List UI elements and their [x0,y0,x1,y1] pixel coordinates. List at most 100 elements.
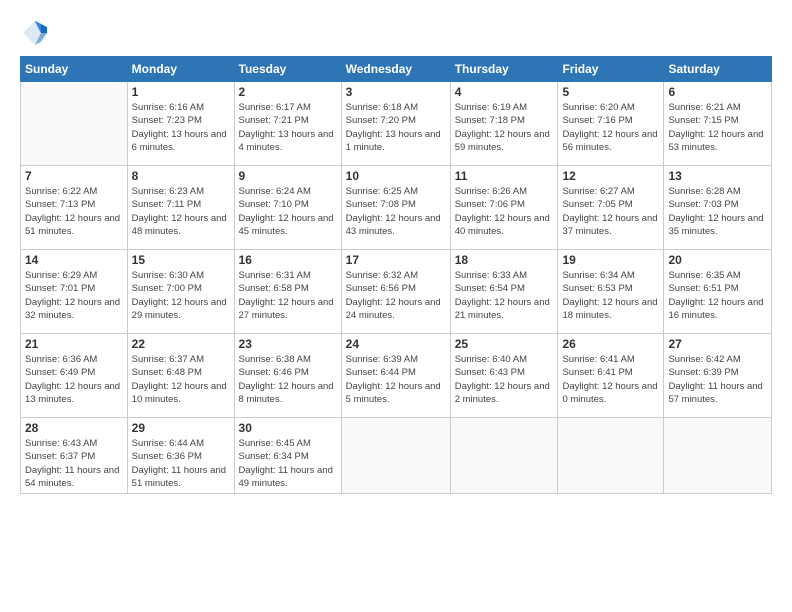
cell-info: Sunrise: 6:19 AMSunset: 7:18 PMDaylight:… [455,101,554,154]
calendar-cell: 30Sunrise: 6:45 AMSunset: 6:34 PMDayligh… [234,418,341,494]
cell-info: Sunrise: 6:43 AMSunset: 6:37 PMDaylight:… [25,437,123,490]
calendar-row: 1Sunrise: 6:16 AMSunset: 7:23 PMDaylight… [21,82,772,166]
day-number: 10 [346,169,446,183]
day-number: 25 [455,337,554,351]
day-number: 22 [132,337,230,351]
cell-info: Sunrise: 6:39 AMSunset: 6:44 PMDaylight:… [346,353,446,406]
cell-info: Sunrise: 6:29 AMSunset: 7:01 PMDaylight:… [25,269,123,322]
day-number: 19 [562,253,659,267]
cell-info: Sunrise: 6:38 AMSunset: 6:46 PMDaylight:… [239,353,337,406]
cell-info: Sunrise: 6:41 AMSunset: 6:41 PMDaylight:… [562,353,659,406]
calendar-cell: 18 Sunrise: 6:33 AMSunset: 6:54 PMDayligh… [450,250,558,334]
calendar-cell: 29 Sunrise: 6:44 AMSunset: 6:36 PMDayligh… [127,418,234,494]
weekday-header: Wednesday [341,57,450,82]
cell-info: Sunrise: 6:44 AMSunset: 6:36 PMDaylight:… [132,437,230,490]
weekday-header-row: SundayMondayTuesdayWednesdayThursdayFrid… [21,57,772,82]
weekday-header: Thursday [450,57,558,82]
logo [20,18,54,48]
day-number: 8 [132,169,230,183]
day-number: 21 [25,337,123,351]
cell-info: Sunrise: 6:30 AMSunset: 7:00 PMDaylight:… [132,269,230,322]
calendar-cell: 26Sunrise: 6:41 AMSunset: 6:41 PMDayligh… [558,334,664,418]
calendar-cell [558,418,664,494]
calendar-cell: 27 Sunrise: 6:42 AMSunset: 6:39 PMDayligh… [664,334,772,418]
calendar-cell: 20 Sunrise: 6:35 AMSunset: 6:51 PMDayligh… [664,250,772,334]
day-number: 18 [455,253,554,267]
day-number: 30 [239,421,337,435]
calendar-row: 7 Sunrise: 6:22 AMSunset: 7:13 PMDaylight… [21,166,772,250]
cell-info: Sunrise: 6:26 AMSunset: 7:06 PMDaylight:… [455,185,554,238]
cell-info: Sunrise: 6:21 AMSunset: 7:15 PMDaylight:… [668,101,767,154]
cell-info: Sunrise: 6:18 AMSunset: 7:20 PMDaylight:… [346,101,446,154]
cell-info: Sunrise: 6:22 AMSunset: 7:13 PMDaylight:… [25,185,123,238]
page: SundayMondayTuesdayWednesdayThursdayFrid… [0,0,792,612]
calendar-cell: 12 Sunrise: 6:27 AMSunset: 7:05 PMDayligh… [558,166,664,250]
day-number: 23 [239,337,337,351]
calendar-cell: 19 Sunrise: 6:34 AMSunset: 6:53 PMDayligh… [558,250,664,334]
calendar-cell: 6 Sunrise: 6:21 AMSunset: 7:15 PMDaylight… [664,82,772,166]
calendar-cell [664,418,772,494]
calendar-cell: 16 Sunrise: 6:31 AMSunset: 6:58 PMDayligh… [234,250,341,334]
cell-info: Sunrise: 6:33 AMSunset: 6:54 PMDaylight:… [455,269,554,322]
day-number: 2 [239,85,337,99]
weekday-header: Monday [127,57,234,82]
day-number: 20 [668,253,767,267]
calendar-cell: 3 Sunrise: 6:18 AMSunset: 7:20 PMDaylight… [341,82,450,166]
calendar-cell: 14 Sunrise: 6:29 AMSunset: 7:01 PMDayligh… [21,250,128,334]
cell-info: Sunrise: 6:37 AMSunset: 6:48 PMDaylight:… [132,353,230,406]
calendar-cell: 23 Sunrise: 6:38 AMSunset: 6:46 PMDayligh… [234,334,341,418]
calendar-cell [450,418,558,494]
cell-info: Sunrise: 6:16 AMSunset: 7:23 PMDaylight:… [132,101,230,154]
calendar-cell: 22 Sunrise: 6:37 AMSunset: 6:48 PMDayligh… [127,334,234,418]
day-number: 28 [25,421,123,435]
calendar-row: 14 Sunrise: 6:29 AMSunset: 7:01 PMDayligh… [21,250,772,334]
cell-info: Sunrise: 6:25 AMSunset: 7:08 PMDaylight:… [346,185,446,238]
cell-info: Sunrise: 6:42 AMSunset: 6:39 PMDaylight:… [668,353,767,406]
day-number: 14 [25,253,123,267]
calendar-row: 28 Sunrise: 6:43 AMSunset: 6:37 PMDayligh… [21,418,772,494]
weekday-header: Saturday [664,57,772,82]
cell-info: Sunrise: 6:27 AMSunset: 7:05 PMDaylight:… [562,185,659,238]
day-number: 4 [455,85,554,99]
cell-info: Sunrise: 6:35 AMSunset: 6:51 PMDaylight:… [668,269,767,322]
calendar-cell: 24 Sunrise: 6:39 AMSunset: 6:44 PMDayligh… [341,334,450,418]
calendar-cell: 9Sunrise: 6:24 AMSunset: 7:10 PMDaylight… [234,166,341,250]
day-number: 29 [132,421,230,435]
day-number: 17 [346,253,446,267]
cell-info: Sunrise: 6:31 AMSunset: 6:58 PMDaylight:… [239,269,337,322]
calendar-cell: 28 Sunrise: 6:43 AMSunset: 6:37 PMDayligh… [21,418,128,494]
calendar-cell: 25 Sunrise: 6:40 AMSunset: 6:43 PMDayligh… [450,334,558,418]
calendar-cell: 15 Sunrise: 6:30 AMSunset: 7:00 PMDayligh… [127,250,234,334]
calendar-cell: 1Sunrise: 6:16 AMSunset: 7:23 PMDaylight… [127,82,234,166]
weekday-header: Tuesday [234,57,341,82]
cell-info: Sunrise: 6:20 AMSunset: 7:16 PMDaylight:… [562,101,659,154]
logo-icon [20,18,50,48]
cell-info: Sunrise: 6:40 AMSunset: 6:43 PMDaylight:… [455,353,554,406]
header [20,18,772,48]
calendar-cell: 5Sunrise: 6:20 AMSunset: 7:16 PMDaylight… [558,82,664,166]
day-number: 27 [668,337,767,351]
day-number: 13 [668,169,767,183]
cell-info: Sunrise: 6:34 AMSunset: 6:53 PMDaylight:… [562,269,659,322]
day-number: 12 [562,169,659,183]
calendar-cell: 8 Sunrise: 6:23 AMSunset: 7:11 PMDaylight… [127,166,234,250]
day-number: 7 [25,169,123,183]
weekday-header: Sunday [21,57,128,82]
cell-info: Sunrise: 6:23 AMSunset: 7:11 PMDaylight:… [132,185,230,238]
day-number: 11 [455,169,554,183]
day-number: 6 [668,85,767,99]
weekday-header: Friday [558,57,664,82]
calendar-cell: 4 Sunrise: 6:19 AMSunset: 7:18 PMDaylight… [450,82,558,166]
day-number: 24 [346,337,446,351]
cell-info: Sunrise: 6:32 AMSunset: 6:56 PMDaylight:… [346,269,446,322]
calendar-cell: 7 Sunrise: 6:22 AMSunset: 7:13 PMDaylight… [21,166,128,250]
calendar-table: SundayMondayTuesdayWednesdayThursdayFrid… [20,56,772,494]
calendar-cell: 13Sunrise: 6:28 AMSunset: 7:03 PMDayligh… [664,166,772,250]
day-number: 9 [239,169,337,183]
calendar-cell: 21Sunrise: 6:36 AMSunset: 6:49 PMDayligh… [21,334,128,418]
calendar-cell [341,418,450,494]
calendar-cell: 2Sunrise: 6:17 AMSunset: 7:21 PMDaylight… [234,82,341,166]
day-number: 3 [346,85,446,99]
day-number: 15 [132,253,230,267]
day-number: 16 [239,253,337,267]
